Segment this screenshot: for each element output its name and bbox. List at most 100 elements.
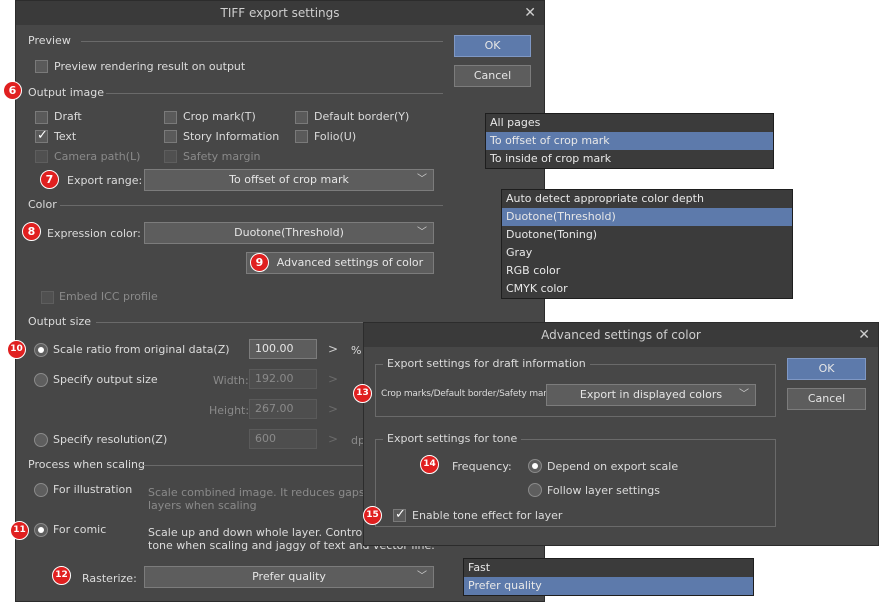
callout-badge-9: 9: [250, 253, 269, 272]
embed-icc-checkbox[interactable]: [41, 291, 54, 304]
for-comic-label: For comic: [53, 523, 107, 536]
export-range-option[interactable]: To inside of crop mark: [486, 150, 773, 168]
specify-output-size-radio[interactable]: [34, 373, 48, 387]
expression-color-option[interactable]: Duotone(Toning): [502, 226, 792, 244]
follow-layer-radio[interactable]: [528, 483, 542, 497]
chevron-down-icon: ﹀: [739, 389, 749, 400]
depend-on-scale-radio[interactable]: [528, 459, 542, 473]
crop-mark-checkbox[interactable]: [164, 111, 177, 124]
rasterize-select[interactable]: Prefer quality ﹀: [144, 566, 434, 588]
expression-color-option[interactable]: CMYK color: [502, 280, 792, 298]
rasterize-option[interactable]: Fast: [464, 559, 753, 577]
enable-tone-label: Enable tone effect for layer: [412, 509, 563, 522]
advanced-ok-button[interactable]: OK: [787, 358, 866, 380]
height-arrow-icon[interactable]: >: [328, 402, 338, 416]
expression-color-value: Duotone(Threshold): [234, 226, 344, 239]
chevron-down-icon: ﹀: [417, 174, 427, 185]
expression-color-option[interactable]: Duotone(Threshold): [502, 208, 792, 226]
width-input[interactable]: 192.00: [249, 369, 317, 389]
scale-ratio-radio[interactable]: [34, 343, 48, 357]
specify-resolution-label: Specify resolution(Z): [53, 433, 168, 446]
expression-color-option[interactable]: Gray: [502, 244, 792, 262]
section-output-image: Output image: [28, 86, 104, 99]
scale-unit: %: [351, 344, 362, 357]
checkmark-icon: ✓: [395, 507, 406, 522]
scale-ratio-arrow-icon[interactable]: >: [328, 342, 338, 356]
close-icon[interactable]: ✕: [524, 1, 536, 25]
for-illustration-label: For illustration: [53, 483, 133, 496]
expression-color-popup: Auto detect appropriate color depth Duot…: [501, 189, 793, 299]
rasterize-value: Prefer quality: [252, 570, 326, 583]
safety-margin-checkbox[interactable]: [164, 150, 177, 163]
separator: [60, 205, 443, 206]
chevron-down-icon: ﹀: [417, 571, 427, 582]
folio-label: Folio(U): [314, 130, 357, 143]
camera-path-label: Camera path(L): [54, 150, 141, 163]
rasterize-option[interactable]: Prefer quality: [464, 577, 753, 595]
safety-margin-label: Safety margin: [183, 150, 261, 163]
text-checkbox[interactable]: ✓: [35, 128, 48, 143]
frequency-label: Frequency:: [452, 460, 512, 473]
ok-button[interactable]: OK: [454, 35, 531, 57]
advanced-cancel-button[interactable]: Cancel: [787, 388, 866, 410]
export-range-option[interactable]: All pages: [486, 114, 773, 132]
section-preview: Preview: [28, 34, 71, 47]
for-comic-radio[interactable]: [34, 523, 48, 537]
comic-description-1: Scale up and down whole layer. Control m: [148, 526, 380, 539]
callout-badge-13: 13: [353, 384, 372, 403]
draft-checkbox[interactable]: [35, 111, 48, 124]
draft-info-group-title: Export settings for draft information: [383, 357, 590, 370]
tone-group-title: Export settings for tone: [383, 432, 522, 445]
default-border-checkbox[interactable]: [295, 111, 308, 124]
width-arrow-icon[interactable]: >: [328, 372, 338, 386]
advanced-color-dialog: Advanced settings of color ✕ OK Cancel E…: [363, 322, 879, 546]
callout-badge-10: 10: [7, 340, 26, 359]
crop-marks-label: Crop marks/Default border/Safety marg: [381, 389, 553, 399]
cancel-button[interactable]: Cancel: [454, 65, 531, 87]
export-range-option[interactable]: To offset of crop mark: [486, 132, 773, 150]
draft-label: Draft: [54, 110, 82, 123]
advanced-color-button[interactable]: Advanced settings of color: [246, 252, 434, 274]
crop-marks-select[interactable]: Export in displayed colors ﹀: [546, 384, 756, 406]
follow-layer-label: Follow layer settings: [547, 484, 660, 497]
expression-color-select[interactable]: Duotone(Threshold) ﹀: [144, 222, 434, 244]
specify-output-size-label: Specify output size: [53, 373, 158, 386]
section-color: Color: [28, 198, 57, 211]
advanced-color-label: Advanced settings of color: [276, 256, 424, 269]
height-input[interactable]: 267.00: [249, 399, 317, 419]
separator: [142, 465, 367, 466]
chevron-down-icon: ﹀: [417, 227, 427, 238]
callout-badge-11: 11: [10, 521, 29, 540]
text-label: Text: [54, 130, 77, 143]
preview-rendering-checkbox[interactable]: [35, 60, 48, 73]
story-information-checkbox[interactable]: [164, 130, 177, 143]
dialog-title: TIFF export settings: [16, 1, 544, 25]
enable-tone-checkbox[interactable]: ✓: [393, 507, 406, 522]
rasterize-label: Rasterize:: [82, 572, 137, 585]
for-illustration-radio[interactable]: [34, 483, 48, 497]
callout-badge-14: 14: [420, 455, 439, 474]
separator: [106, 93, 443, 94]
resolution-input[interactable]: 600: [249, 429, 317, 449]
depend-on-scale-label: Depend on export scale: [547, 460, 679, 473]
illustration-description-1: Scale combined image. It reduces gaps be: [148, 486, 382, 499]
width-label: Width:: [213, 374, 249, 387]
callout-badge-15: 15: [363, 506, 382, 525]
folio-checkbox[interactable]: [295, 130, 308, 143]
expression-color-option[interactable]: Auto detect appropriate color depth: [502, 190, 792, 208]
expression-color-option[interactable]: RGB color: [502, 262, 792, 280]
scale-ratio-input[interactable]: 100.00: [249, 339, 317, 359]
callout-badge-6: 6: [3, 81, 22, 100]
export-range-select[interactable]: To offset of crop mark ﹀: [144, 169, 434, 191]
export-range-value: To offset of crop mark: [229, 173, 349, 186]
scale-ratio-label: Scale ratio from original data(Z): [53, 343, 230, 356]
expression-color-label: Expression color:: [47, 227, 141, 240]
close-icon[interactable]: ✕: [858, 323, 870, 347]
section-process-scaling: Process when scaling: [28, 458, 146, 471]
default-border-label: Default border(Y): [314, 110, 410, 123]
resolution-arrow-icon[interactable]: >: [328, 432, 338, 446]
specify-resolution-radio[interactable]: [34, 433, 48, 447]
camera-path-checkbox[interactable]: [35, 150, 48, 163]
callout-badge-12: 12: [52, 566, 71, 585]
crop-mark-label: Crop mark(T): [183, 110, 256, 123]
